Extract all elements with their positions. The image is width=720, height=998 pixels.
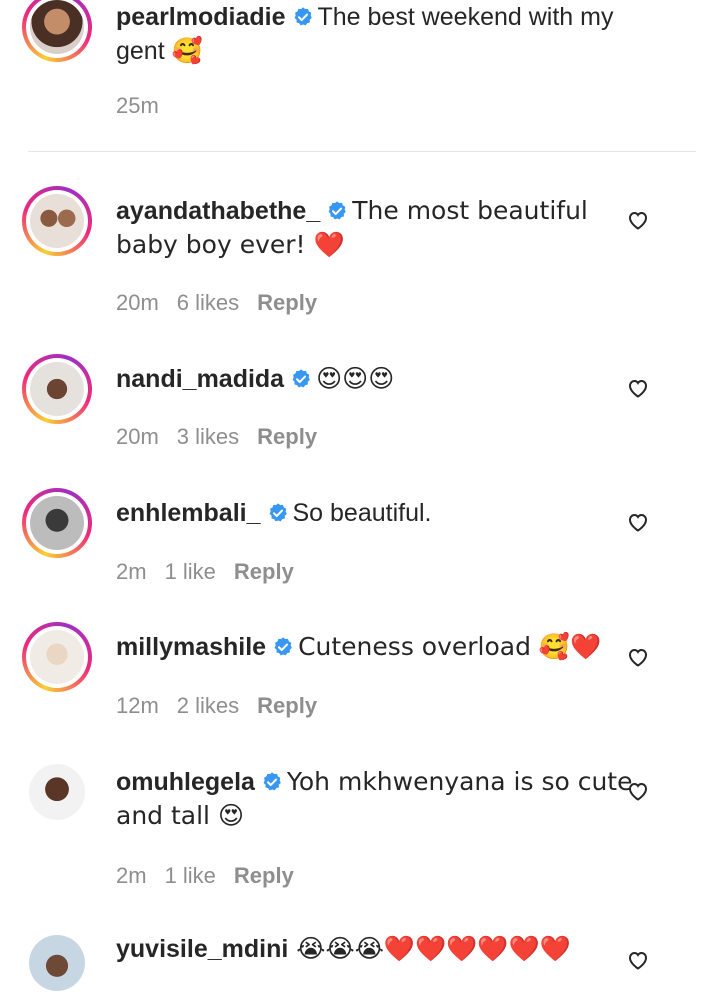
avatar[interactable]: [22, 0, 92, 62]
caption-meta: 25m: [116, 93, 177, 119]
comment-meta: 20m 6 likes Reply: [116, 290, 335, 316]
comment-body: 😭😭😭❤️❤️❤️❤️❤️❤️: [296, 934, 571, 963]
reply-button[interactable]: Reply: [234, 863, 294, 888]
avatar[interactable]: [22, 354, 92, 424]
comment-text: yuvisile_mdini 😭😭😭❤️❤️❤️❤️❤️❤️: [116, 932, 636, 966]
comment-username[interactable]: enhlembali_: [116, 499, 261, 527]
comment-meta: 20m 3 likes Reply: [116, 424, 335, 450]
comment-username[interactable]: millymashile: [116, 633, 266, 661]
verified-badge-icon: [292, 6, 314, 28]
comment-meta: 12m 2 likes Reply: [116, 693, 335, 719]
comment-username[interactable]: nandi_madida: [116, 365, 284, 393]
comment-likes[interactable]: 1 like: [165, 559, 216, 584]
avatar[interactable]: [22, 186, 92, 256]
like-heart-icon[interactable]: [626, 208, 650, 232]
avatar[interactable]: [22, 757, 92, 827]
comment-text: ayandathabethe_ The most beautiful baby b…: [116, 194, 636, 262]
divider: [28, 151, 696, 152]
reply-button[interactable]: Reply: [257, 424, 317, 449]
avatar[interactable]: [22, 488, 92, 558]
verified-badge-icon: [272, 636, 294, 658]
reply-button[interactable]: Reply: [234, 559, 294, 584]
comment-time: 20m: [116, 424, 159, 449]
comment-meta: 2m 1 like Reply: [116, 863, 312, 889]
like-heart-icon[interactable]: [626, 779, 650, 803]
comment-likes[interactable]: 1 like: [165, 863, 216, 888]
comment-time: 2m: [116, 559, 147, 584]
reply-button[interactable]: Reply: [257, 693, 317, 718]
like-heart-icon[interactable]: [626, 645, 650, 669]
caption-text: pearlmodiadie The best weekend with my ge…: [116, 0, 636, 68]
comment-body: Cuteness overload 🥰❤️: [298, 632, 602, 661]
avatar[interactable]: [22, 928, 92, 998]
comment-time: 12m: [116, 693, 159, 718]
comment-body: 😍😍😍: [316, 364, 395, 393]
reply-button[interactable]: Reply: [257, 290, 317, 315]
comment-time: 2m: [116, 863, 147, 888]
comment-username[interactable]: omuhlegela: [116, 768, 255, 796]
avatar[interactable]: [22, 622, 92, 692]
comment-likes[interactable]: 3 likes: [177, 424, 239, 449]
verified-badge-icon: [267, 502, 289, 524]
comment-likes[interactable]: 6 likes: [177, 290, 239, 315]
like-heart-icon[interactable]: [626, 510, 650, 534]
comment-meta: 2m 1 like Reply: [116, 559, 312, 585]
caption-time: 25m: [116, 93, 159, 118]
verified-badge-icon: [261, 771, 283, 793]
comment-body: So beautiful.: [292, 499, 432, 527]
comment-text: nandi_madida 😍😍😍: [116, 362, 636, 396]
like-heart-icon[interactable]: [626, 948, 650, 972]
comment-likes[interactable]: 2 likes: [177, 693, 239, 718]
caption-username[interactable]: pearlmodiadie: [116, 3, 286, 31]
comment-text: enhlembali_ So beautiful.: [116, 496, 636, 530]
verified-badge-icon: [326, 200, 348, 222]
comment-username[interactable]: yuvisile_mdini: [116, 935, 288, 963]
comment-text: omuhlegela Yoh mkhwenyana is so cute and …: [116, 765, 636, 833]
comment-username[interactable]: ayandathabethe_: [116, 197, 320, 225]
like-heart-icon[interactable]: [626, 376, 650, 400]
comment-text: millymashile Cuteness overload 🥰❤️: [116, 630, 636, 664]
verified-badge-icon: [290, 368, 312, 390]
comment-time: 20m: [116, 290, 159, 315]
